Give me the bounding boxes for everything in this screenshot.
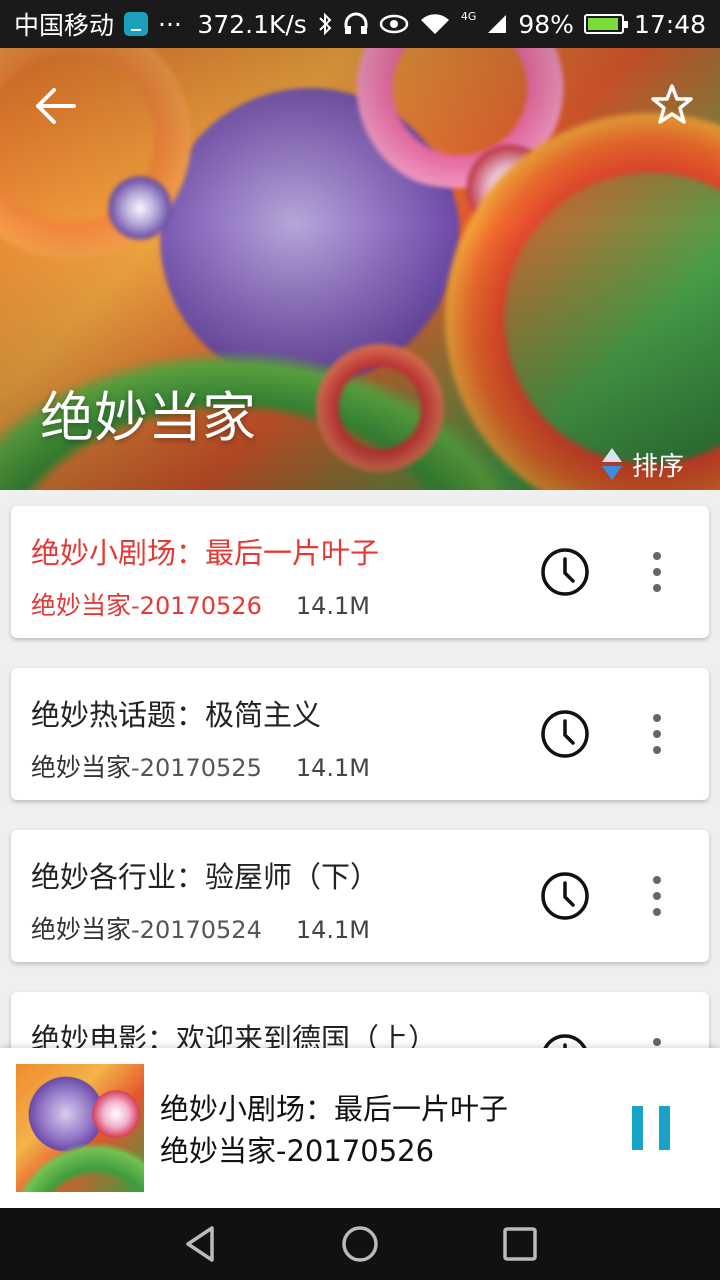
episode-show: 绝妙当家 [31,753,132,782]
clock-time: 17:48 [633,9,706,39]
clock-icon [541,710,589,758]
more-vertical-icon [653,584,661,592]
battery-percent: 98% [518,9,574,39]
system-nav-bar [0,1208,720,1280]
now-playing-title: 绝妙小剧场：最后一片叶子 [160,1092,509,1126]
square-recents-icon [503,1227,537,1261]
episode-date: -20170524 [131,916,262,944]
favorite-button[interactable] [650,82,694,126]
more-vertical-icon [653,876,661,884]
episode-item[interactable]: 绝妙热话题：极简主义 绝妙当家-20170525 14.1M [11,668,709,800]
episode-size: 14.1M [295,754,370,782]
sort-arrows-icon [601,447,622,482]
more-vertical-icon [653,908,661,916]
play-later-button[interactable] [540,871,590,921]
now-playing-bar[interactable]: 绝妙小剧场：最后一片叶子 绝妙当家-20170526 [0,1048,720,1208]
album-art-thumbnail [16,1064,144,1192]
episode-title: 绝妙各行业：验屋师（下） [31,860,380,894]
status-bar-left: 中国移动 ··· [14,6,182,42]
episode-meta: 绝妙当家-20170526 14.1M [31,586,370,622]
more-vertical-icon [653,730,661,738]
nav-recents-button[interactable] [500,1224,540,1264]
arrow-left-icon [36,88,76,124]
more-vertical-icon [653,1038,661,1046]
more-vertical-icon [653,746,661,754]
episode-meta: 绝妙当家-20170525 14.1M [31,748,370,784]
network-type: 4G [460,9,477,23]
nav-back-button[interactable] [180,1224,220,1264]
more-vertical-icon [653,714,661,722]
carrier-name: 中国移动 [14,11,115,40]
star-outline-icon [651,84,693,124]
more-options-button[interactable] [647,876,667,916]
more-vertical-icon [653,892,661,900]
back-button[interactable] [34,86,78,126]
more-notifications-icon: ··· [158,9,182,39]
thumbnail-swirl [16,1134,144,1192]
episode-item[interactable]: 绝妙小剧场：最后一片叶子 绝妙当家-20170526 14.1M [11,506,709,638]
pause-button[interactable] [632,1106,672,1150]
episode-title: 绝妙小剧场：最后一片叶子 [31,536,380,570]
more-vertical-icon [653,552,661,560]
headphones-icon [344,12,368,34]
episode-show: 绝妙当家 [31,591,132,620]
now-playing-subtitle: 绝妙当家-20170526 [160,1134,435,1168]
more-options-button[interactable] [647,552,667,592]
episode-meta: 绝妙当家-20170524 14.1M [31,910,370,946]
signal-icon [488,15,507,33]
bluetooth-icon [319,12,332,36]
album-header: 绝妙当家 排序 [0,48,720,490]
episode-item[interactable]: 绝妙各行业：验屋师（下） 绝妙当家-20170524 14.1M [11,830,709,962]
episode-size: 14.1M [295,916,370,944]
network-speed: 372.1K/s [197,9,307,39]
episode-show: 绝妙当家 [31,915,132,944]
nav-home-button[interactable] [340,1224,380,1264]
episode-title: 绝妙热话题：极简主义 [31,698,322,732]
wifi-icon [420,14,449,34]
more-options-button[interactable] [647,714,667,754]
circle-home-icon [342,1226,378,1262]
clock-icon [541,548,589,596]
sort-label: 排序 [631,452,684,482]
episode-date: -20170526 [131,592,262,620]
album-title: 绝妙当家 [40,386,256,449]
episode-date: -20170525 [131,754,262,782]
clock-icon [541,872,589,920]
triangle-back-icon [186,1226,214,1262]
status-bar-right: 372.1K/s 4G 98% 17:48 [197,10,706,39]
pause-icon [632,1106,643,1150]
status-bar: 中国移动 ··· 372.1K/s 4G 98% 17:48 [0,0,720,48]
play-later-button[interactable] [540,547,590,597]
play-later-button[interactable] [540,709,590,759]
battery-icon [583,14,628,34]
thumbnail-swirl [86,1084,144,1144]
pause-icon [659,1106,670,1150]
more-vertical-icon [653,568,661,576]
download-notification-icon [124,12,149,36]
episode-size: 14.1M [295,592,370,620]
sort-button[interactable]: 排序 [601,446,684,483]
eye-icon [379,14,409,34]
